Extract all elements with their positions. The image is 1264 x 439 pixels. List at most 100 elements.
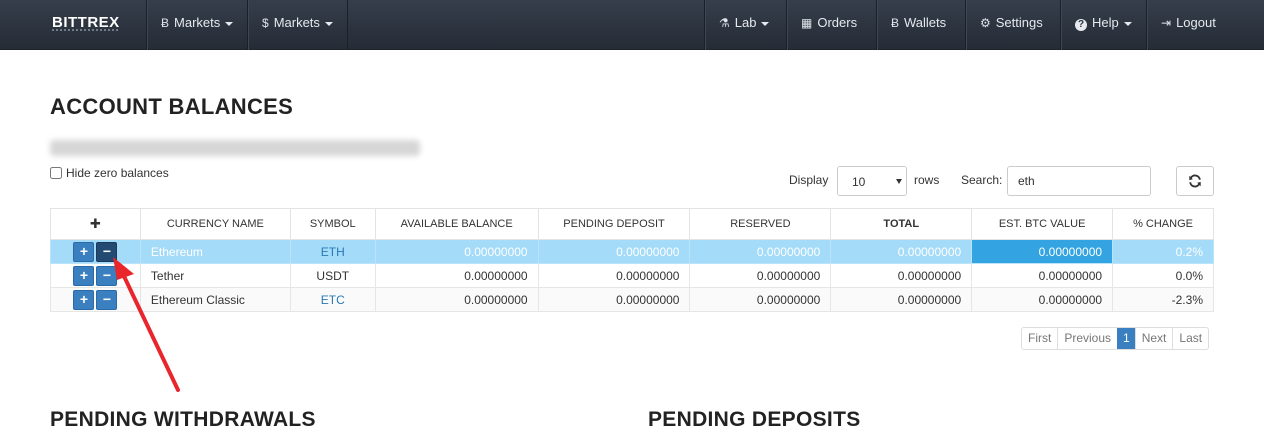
cell-reserved: 0.00000000	[689, 263, 832, 288]
caret-down-icon	[324, 21, 333, 26]
cell-change: -2.3%	[1112, 287, 1214, 312]
page-title: ACCOUNT BALANCES	[50, 94, 294, 119]
nav-markets-btc[interactable]: Ƀ Markets	[146, 0, 247, 50]
nav-label: Wallets	[904, 15, 947, 30]
redacted-text	[50, 140, 420, 156]
expand-all-header[interactable]: ✚	[50, 208, 141, 240]
logout-icon: ⇥	[1161, 16, 1172, 30]
cell-available: 0.00000000	[374, 263, 539, 288]
cell-available: 0.00000000	[374, 287, 539, 312]
row-actions: + −	[50, 263, 141, 288]
nav-lab[interactable]: ⚗ Lab	[704, 0, 783, 50]
cell-currency-name: Ethereum Classic	[139, 287, 291, 312]
table-row[interactable]: + − Ethereum Classic ETC 0.00000000 0.000…	[50, 287, 1214, 312]
nav-label: Orders	[817, 15, 858, 30]
withdraw-minus-button[interactable]: −	[96, 241, 118, 262]
withdraw-minus-button[interactable]: −	[96, 265, 118, 286]
deposit-plus-button[interactable]: +	[73, 289, 95, 310]
cell-btc-value: 0.00000000	[971, 239, 1114, 264]
nav-markets-usd[interactable]: $ Markets	[247, 0, 347, 50]
col-est-btc-value[interactable]: EST. BTC VALUE	[971, 208, 1114, 240]
cell-pending: 0.00000000	[537, 287, 691, 312]
caret-down-icon	[1123, 21, 1132, 26]
col-percent-change[interactable]: % CHANGE	[1112, 208, 1214, 240]
nav-label: Logout	[1176, 15, 1216, 30]
col-pending-deposit[interactable]: PENDING DEPOSIT	[537, 208, 691, 240]
caret-down-icon	[761, 21, 770, 26]
nav-label: Lab	[734, 15, 757, 30]
gear-icon: ⚙	[980, 16, 991, 30]
row-actions: + −	[50, 239, 141, 264]
page-current-button[interactable]: 1	[1117, 328, 1135, 349]
pagination: First Previous 1 Next Last	[1021, 327, 1210, 350]
col-symbol[interactable]: SYMBOL	[289, 208, 376, 240]
bitcoin-icon: Ƀ	[161, 16, 170, 30]
brand-logo[interactable]: BITTREX	[52, 14, 120, 31]
col-total[interactable]: TOTAL	[830, 208, 973, 240]
balances-table: ✚ CURRENCY NAME SYMBOL AVAILABLE BALANCE…	[50, 208, 1214, 312]
cell-total: 0.00000000	[830, 263, 973, 288]
pending-withdrawals-title: PENDING WITHDRAWALS	[50, 408, 316, 431]
symbol-link[interactable]: ETH	[321, 245, 345, 259]
nav-logout[interactable]: ⇥ Logout	[1146, 0, 1230, 50]
cell-reserved: 0.00000000	[689, 287, 832, 312]
deposit-plus-button[interactable]: +	[73, 241, 95, 262]
flask-icon: ⚗	[719, 16, 730, 30]
rows-per-page-select[interactable]: 10	[837, 166, 907, 196]
cell-symbol[interactable]: ETC	[289, 287, 376, 312]
deposit-plus-button[interactable]: +	[73, 265, 95, 286]
cell-btc-value: 0.00000000	[971, 263, 1114, 288]
hide-zero-checkbox[interactable]	[50, 167, 62, 179]
nav-label: Markets	[174, 15, 221, 30]
display-label: Display	[789, 173, 829, 187]
cell-currency-name: Tether	[139, 263, 291, 288]
search-input[interactable]	[1007, 166, 1151, 196]
cell-change: 0.2%	[1112, 239, 1214, 264]
cell-currency-name: Ethereum	[139, 239, 291, 264]
rows-label: rows	[914, 173, 940, 187]
nav-wallets[interactable]: Ƀ Wallets	[876, 0, 960, 50]
search-label: Search:	[961, 173, 1003, 187]
symbol-link[interactable]: ETC	[321, 293, 345, 307]
nav-orders[interactable]: ▦ Orders	[786, 0, 871, 50]
table-row[interactable]: + − Ethereum ETH 0.00000000 0.00000000 0.…	[50, 239, 1214, 264]
hide-zero-toggle[interactable]: Hide zero balances	[50, 166, 169, 180]
nav-label: Markets	[273, 15, 320, 30]
withdraw-minus-button[interactable]: −	[96, 289, 118, 310]
cell-pending: 0.00000000	[537, 263, 691, 288]
nav-label: Settings	[995, 15, 1043, 30]
cell-total: 0.00000000	[830, 239, 973, 264]
page-last-button[interactable]: Last	[1172, 328, 1208, 349]
table-header-row: ✚ CURRENCY NAME SYMBOL AVAILABLE BALANCE…	[50, 208, 1214, 240]
cell-btc-value: 0.00000000	[971, 287, 1114, 312]
help-icon: ?	[1075, 19, 1087, 31]
row-actions: + −	[50, 287, 141, 312]
select-arrow-icon	[896, 179, 902, 184]
cell-available: 0.00000000	[374, 239, 539, 264]
col-available-balance[interactable]: AVAILABLE BALANCE	[374, 208, 539, 240]
refresh-button[interactable]	[1176, 166, 1214, 196]
col-currency-name[interactable]: CURRENCY NAME	[139, 208, 291, 240]
navbar: BITTREX Ƀ Markets $ Markets ⚗ Lab ▦ Orders Ƀ…	[0, 0, 1264, 50]
cell-total: 0.00000000	[830, 287, 973, 312]
calendar-icon: ▦	[801, 16, 813, 30]
cell-pending: 0.00000000	[537, 239, 691, 264]
hide-zero-label: Hide zero balances	[66, 166, 169, 180]
caret-down-icon	[225, 21, 234, 26]
bitcoin-icon: Ƀ	[891, 16, 900, 30]
col-reserved[interactable]: RESERVED	[689, 208, 832, 240]
page-first-button[interactable]: First	[1022, 328, 1057, 349]
cell-symbol[interactable]: ETH	[289, 239, 376, 264]
refresh-icon	[1189, 174, 1201, 188]
cell-symbol: USDT	[289, 263, 376, 288]
pending-deposits-title: PENDING DEPOSITS	[648, 408, 861, 431]
nav-settings[interactable]: ⚙ Settings	[965, 0, 1057, 50]
page-previous-button[interactable]: Previous	[1057, 328, 1117, 349]
rows-per-page-value: 10	[852, 175, 866, 189]
cell-reserved: 0.00000000	[689, 239, 832, 264]
table-row[interactable]: + − Tether USDT 0.00000000 0.00000000 0.0…	[50, 263, 1214, 288]
cell-change: 0.0%	[1112, 263, 1214, 288]
page-next-button[interactable]: Next	[1134, 328, 1173, 349]
nav-help[interactable]: ? Help	[1060, 0, 1146, 50]
nav-label: Help	[1092, 15, 1119, 30]
